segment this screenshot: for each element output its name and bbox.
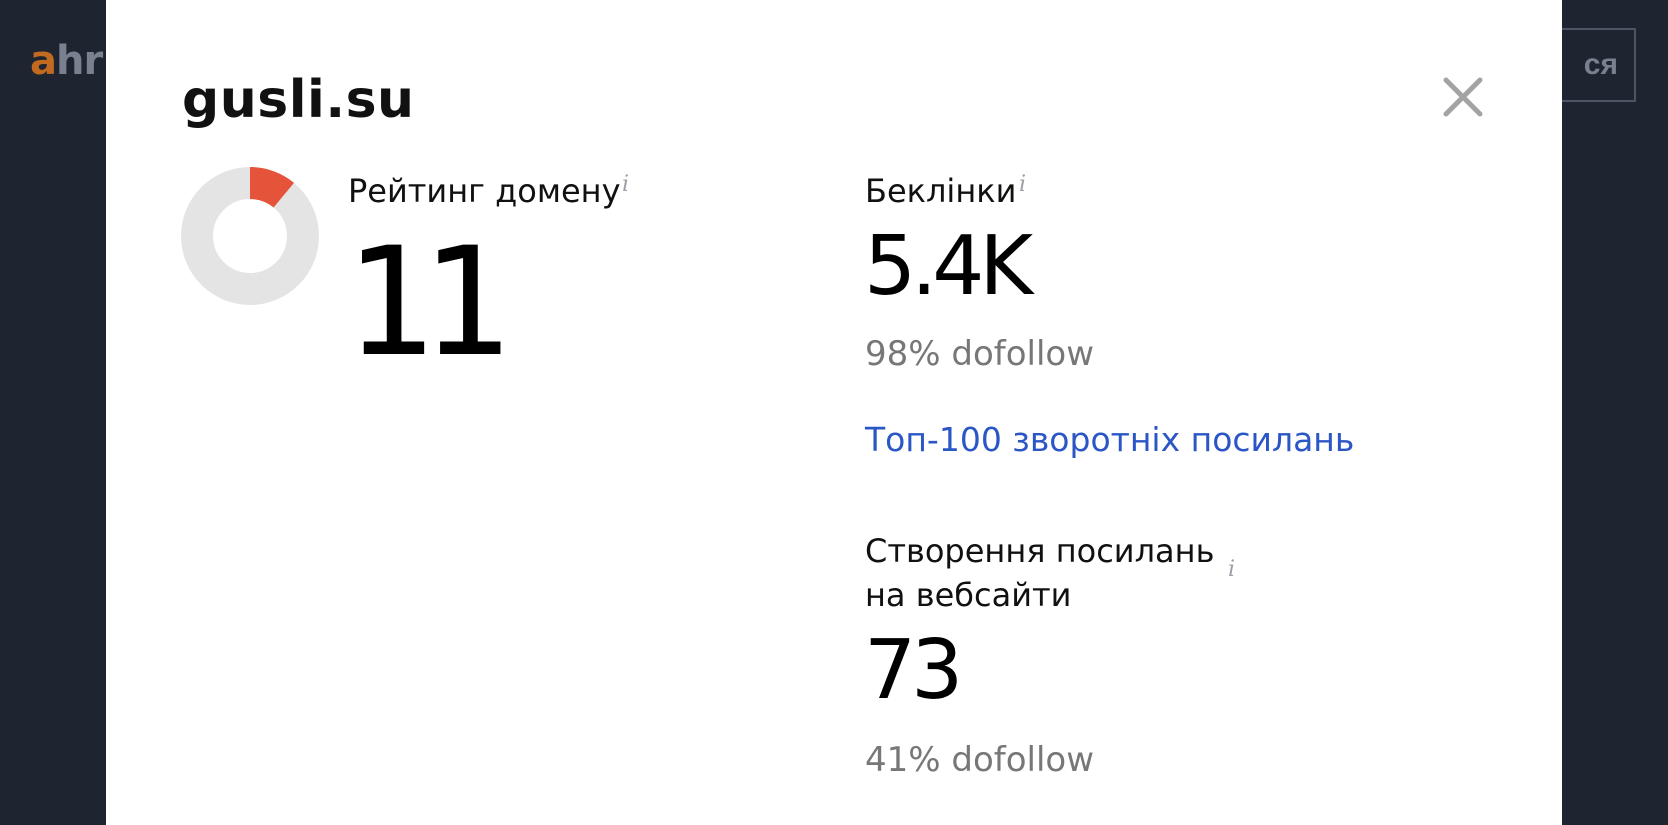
domain-title: gusli.su [182,70,415,130]
domain-rating-donut [181,167,319,305]
linking-websites-dofollow: 41% dofollow [865,740,1095,780]
backlinks-dofollow: 98% dofollow [865,334,1095,374]
backlinks-label: Беклінки [865,172,1017,210]
domain-rating-label: Рейтинг домену [348,172,621,210]
logo-accent: a [30,38,57,84]
ahrefs-logo[interactable]: ahr [30,38,103,84]
close-icon [1443,77,1483,117]
close-button[interactable] [1442,76,1484,118]
domain-rating-value: 11 [344,216,511,390]
linking-websites-label-line1: Створення посилань [865,532,1215,570]
linking-websites-info-icon[interactable]: i [1228,557,1235,582]
domain-stats-modal: gusli.su Рейтинг домену i 11 Беклінки i … [106,0,1562,825]
logo-text: hr [56,38,103,84]
backlinks-value: 5.4K [864,219,1033,314]
linking-websites-label-line2: на вебсайти [865,576,1072,614]
domain-rating-info-icon[interactable]: i [622,172,629,197]
backlinks-info-icon[interactable]: i [1019,172,1026,197]
login-button-label: ся [1583,48,1618,81]
linking-websites-value: 73 [864,623,963,718]
top-backlinks-link[interactable]: Топ-100 зворотніх посилань [865,420,1354,459]
donut-fill [249,167,294,208]
